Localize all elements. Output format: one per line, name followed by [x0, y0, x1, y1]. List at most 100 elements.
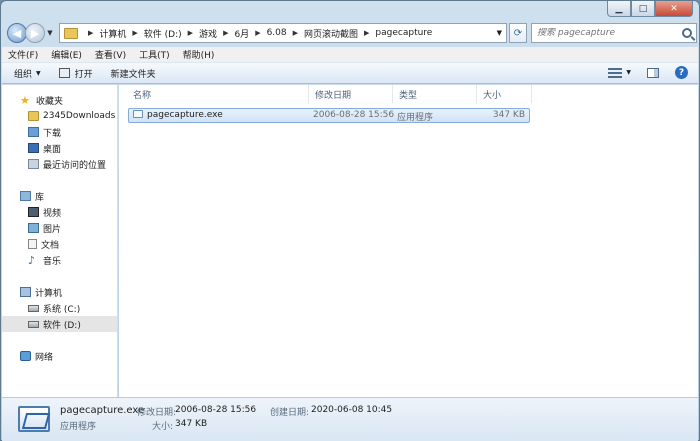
details-modified-value: 2006-08-28 15:56 — [175, 405, 257, 415]
forward-arrow-icon: ▶ — [30, 26, 40, 40]
new-folder-button[interactable]: 新建文件夹 — [111, 67, 156, 80]
drive-icon — [28, 304, 39, 312]
desktop-icon — [28, 143, 39, 153]
breadcrumb-chevron-icon[interactable]: ▶ — [364, 29, 369, 37]
open-icon — [58, 68, 70, 78]
details-modified-label: 修改日期: — [137, 408, 177, 418]
star-icon: ★ — [20, 93, 30, 107]
maximize-button[interactable]: □ — [631, 1, 655, 17]
menu-tools[interactable]: 工具(T) — [139, 48, 170, 61]
close-button[interactable]: ✕ — [655, 1, 693, 17]
back-button[interactable]: ◀ — [7, 23, 27, 43]
nav-label: 计算机 — [35, 288, 63, 299]
breadcrumb-chevron-icon[interactable]: ▶ — [132, 29, 137, 37]
breadcrumb-drive-d[interactable]: 软件 (D:) — [144, 27, 182, 40]
file-list-pane: 名称 修改日期 类型 大小 pagecapture.exe 2006-08-28… — [119, 85, 698, 397]
breadcrumb-games[interactable]: 游戏 — [199, 27, 217, 40]
open-button[interactable]: 打开 — [58, 67, 93, 80]
column-header-size[interactable]: 大小 — [477, 85, 532, 103]
menu-view[interactable]: 查看(V) — [95, 48, 126, 61]
nav-label: 桌面 — [43, 144, 62, 155]
nav-label: 2345Downloads — [43, 111, 116, 121]
search-input[interactable] — [537, 28, 675, 38]
maximize-icon: □ — [638, 3, 648, 14]
breadcrumb-chevron-icon[interactable]: ▶ — [293, 29, 298, 37]
menu-help[interactable]: 帮助(H) — [183, 48, 215, 61]
nav-libraries[interactable]: 库 — [20, 188, 135, 204]
change-view-icon[interactable] — [608, 67, 623, 78]
nav-label: 图片 — [43, 224, 62, 235]
help-icon[interactable]: ? — [675, 66, 688, 79]
minimize-button[interactable]: ▁ — [607, 1, 631, 17]
file-type: 应用程序 — [397, 113, 434, 123]
view-options-dropdown-icon[interactable]: ▼ — [626, 69, 631, 76]
details-created-value: 2020-06-08 10:45 — [311, 405, 393, 415]
folder-icon — [64, 27, 78, 39]
folder-icon — [28, 111, 39, 121]
details-created-label: 创建日期: — [270, 408, 310, 418]
nav-label: 下载 — [43, 128, 62, 139]
file-name: pagecapture.exe — [147, 110, 223, 120]
search-box[interactable] — [531, 23, 697, 43]
breadcrumb-chevron-icon[interactable]: ▶ — [188, 29, 193, 37]
close-icon: ✕ — [670, 3, 678, 14]
application-icon — [133, 110, 143, 118]
breadcrumb-computer[interactable]: 计算机 — [99, 27, 126, 40]
address-bar[interactable]: ▶ 计算机 ▶ 软件 (D:) ▶ 游戏 ▶ 6月 ▶ 6.08 ▶ 网页滚动截… — [59, 23, 507, 43]
menu-edit[interactable]: 编辑(E) — [51, 48, 82, 61]
music-note-icon: ♪ — [28, 253, 36, 267]
command-bar: 组织 ▼ 打开 新建文件夹 ▼ ? — [2, 63, 698, 84]
nav-item-drive-d[interactable]: 软件 (D:) — [2, 316, 117, 332]
breadcrumb-chevron-icon[interactable]: ▶ — [88, 29, 93, 37]
column-header-name[interactable]: 名称 — [127, 85, 309, 103]
navigation-pane: ★ 收藏夹 2345Downloads 下载 桌面 最近访问的位置 库 视频 图… — [2, 85, 118, 397]
nav-label: 网络 — [35, 352, 54, 363]
column-header-type[interactable]: 类型 — [393, 85, 477, 103]
open-label: 打开 — [74, 69, 93, 80]
details-size-label: 大小: — [152, 422, 174, 432]
nav-favorites[interactable]: ★ 收藏夹 — [20, 92, 135, 108]
menu-file[interactable]: 文件(F) — [8, 48, 38, 61]
video-icon — [28, 207, 39, 217]
nav-label: 文档 — [41, 240, 60, 251]
libraries-icon — [20, 191, 31, 201]
nav-computer[interactable]: 计算机 — [20, 284, 135, 300]
address-dropdown-icon[interactable]: ▼ — [497, 29, 502, 37]
window-controls: ▁ □ ✕ — [607, 1, 693, 17]
file-size: 347 KB — [492, 110, 525, 120]
nav-network[interactable]: 网络 — [20, 348, 135, 364]
refresh-button[interactable]: ⟳ — [509, 23, 527, 43]
computer-icon — [20, 287, 31, 297]
breadcrumb: ▶ 计算机 ▶ 软件 (D:) ▶ 游戏 ▶ 6月 ▶ 6.08 ▶ 网页滚动截… — [82, 27, 432, 40]
breadcrumb-june[interactable]: 6月 — [234, 27, 249, 40]
file-row[interactable]: pagecapture.exe 2006-08-28 15:56 应用程序 34… — [128, 108, 530, 123]
nav-label: 收藏夹 — [36, 96, 64, 107]
recent-places-icon — [28, 159, 39, 169]
breadcrumb-chevron-icon[interactable]: ▶ — [255, 29, 260, 37]
history-dropdown-button[interactable]: ▼ — [45, 29, 55, 37]
nav-label: 软件 (D:) — [43, 320, 81, 331]
navigation-bar: ◀ ▶ ▼ ▶ 计算机 ▶ 软件 (D:) ▶ 游戏 ▶ 6月 ▶ 6.08 ▶… — [7, 21, 697, 45]
explorer-window: ▁ □ ✕ ◀ ▶ ▼ ▶ 计算机 ▶ 软件 (D:) ▶ 游戏 ▶ 6月 ▶ … — [0, 0, 700, 441]
nav-label: 视频 — [43, 208, 62, 219]
forward-button[interactable]: ▶ — [25, 23, 45, 43]
nav-label: 最近访问的位置 — [43, 160, 107, 171]
breadcrumb-chevron-icon[interactable]: ▶ — [223, 29, 228, 37]
column-header-date[interactable]: 修改日期 — [309, 85, 393, 103]
breadcrumb-6-08[interactable]: 6.08 — [267, 28, 287, 38]
application-large-icon — [18, 406, 50, 432]
details-filename: pagecapture.exe — [60, 405, 145, 416]
nav-label: 库 — [35, 192, 45, 203]
menu-bar: 文件(F) 编辑(E) 查看(V) 工具(T) 帮助(H) — [2, 47, 698, 63]
details-size-value: 347 KB — [175, 419, 208, 429]
breadcrumb-scroll-screenshot[interactable]: 网页滚动截图 — [304, 27, 358, 40]
breadcrumb-pagecapture[interactable]: pagecapture — [375, 28, 432, 38]
downloads-folder-icon — [28, 127, 39, 137]
search-icon[interactable] — [682, 28, 692, 38]
drive-icon — [28, 320, 39, 328]
refresh-icon: ⟳ — [513, 27, 523, 39]
organize-button[interactable]: 组织 ▼ — [14, 67, 41, 80]
chevron-down-icon: ▼ — [36, 69, 41, 77]
nav-label: 音乐 — [43, 256, 62, 267]
preview-pane-icon[interactable] — [647, 67, 659, 78]
